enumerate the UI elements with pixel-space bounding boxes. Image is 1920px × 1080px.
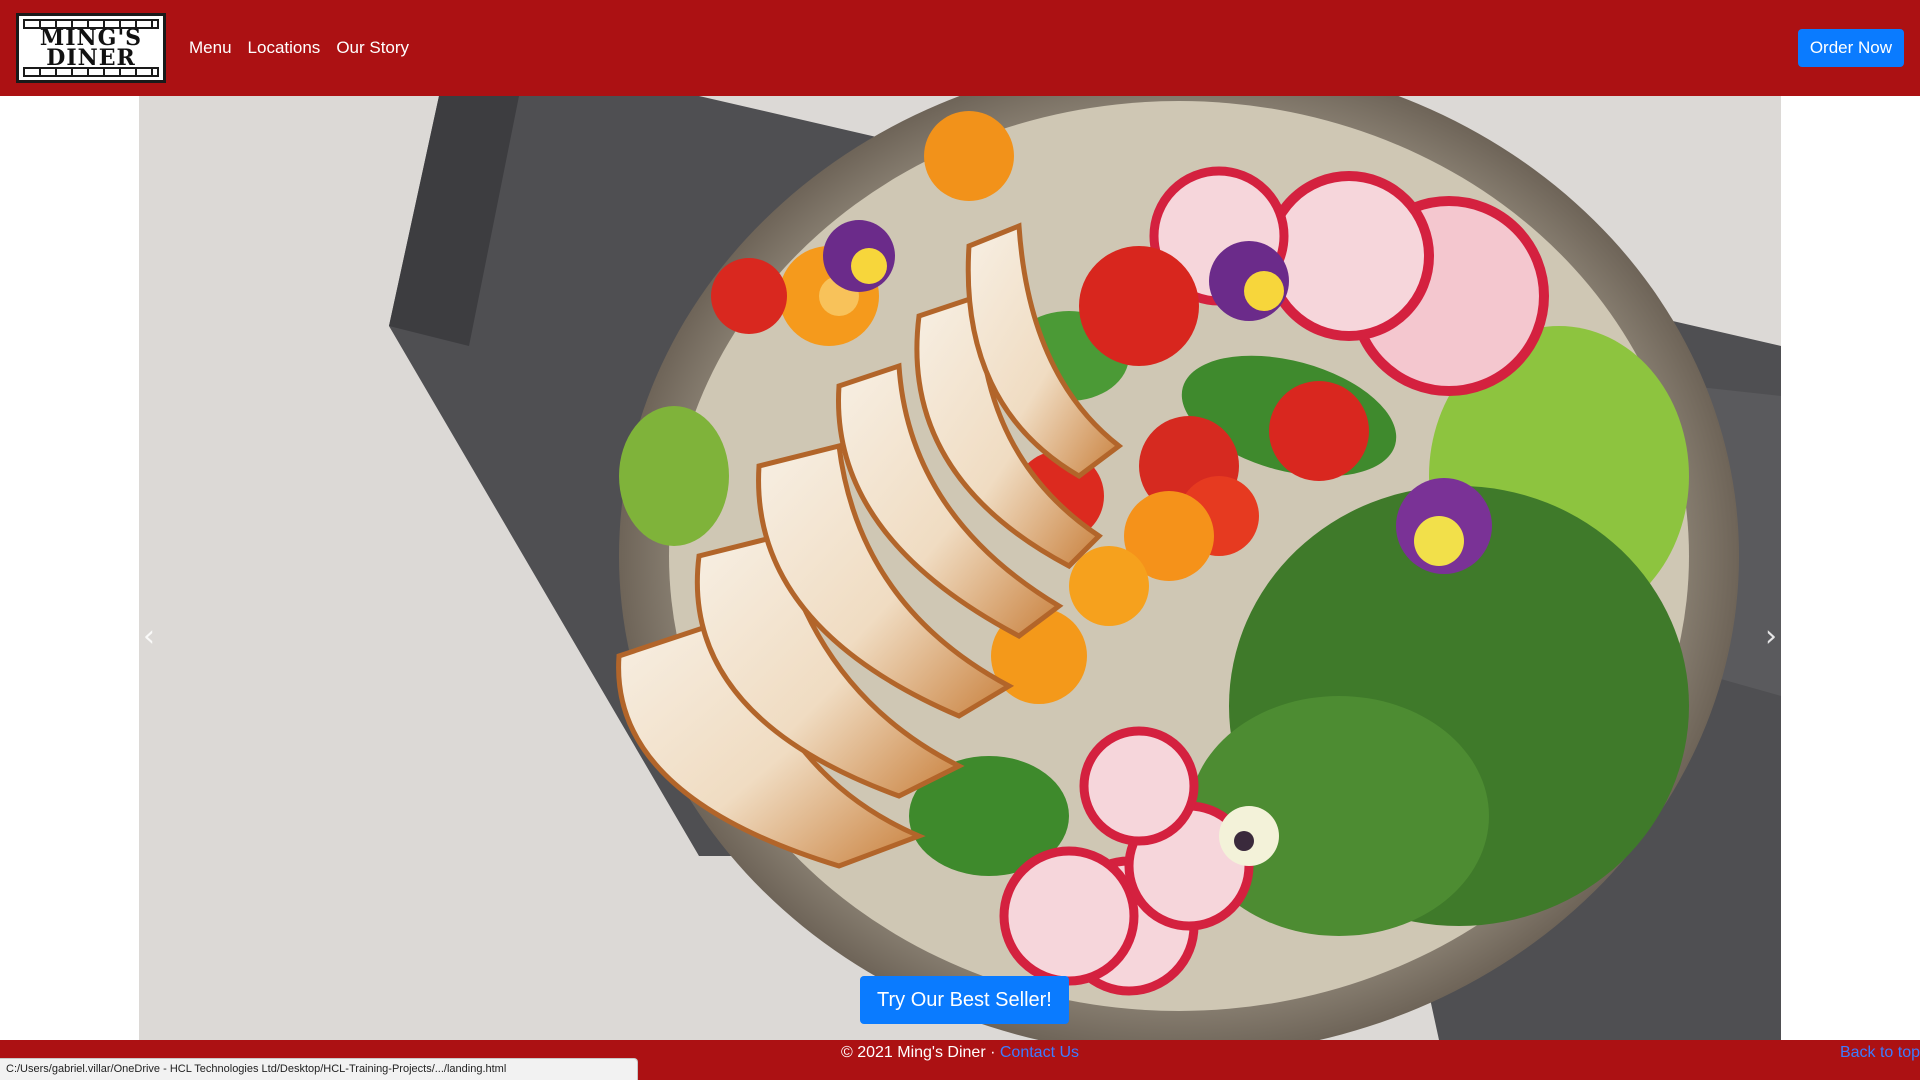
nav-link-menu[interactable]: Menu [189,38,232,58]
chevron-right-icon: › [1765,618,1777,654]
browser-status-bar: C:/Users/gabriel.villar/OneDrive - HCL T… [0,1058,638,1080]
back-to-top-link[interactable]: Back to top [1840,1044,1920,1062]
nav-link-our-story[interactable]: Our Story [336,38,409,58]
navbar: Ming's Diner Menu Locations Our Story Or… [0,0,1920,96]
carousel-next-icon[interactable]: › [1761,616,1781,656]
hero-carousel: ‹ › Try Our Best Seller! [139,96,1781,1040]
copyright-text: © 2021 Ming's Diner · [840,1044,1000,1061]
brand-logo[interactable]: Ming's Diner [16,13,166,83]
brand-logo-line2: Diner [46,45,136,71]
order-now-button[interactable]: Order Now [1797,29,1904,67]
hero-food-image [139,96,1781,1040]
nav-link-locations[interactable]: Locations [248,38,321,58]
try-best-seller-button[interactable]: Try Our Best Seller! [860,976,1069,1024]
chevron-left-icon: ‹ [143,618,155,654]
contact-us-link[interactable]: Contact Us [1000,1044,1079,1061]
nav-links: Menu Locations Our Story [189,38,409,58]
carousel-prev-icon[interactable]: ‹ [139,616,159,656]
